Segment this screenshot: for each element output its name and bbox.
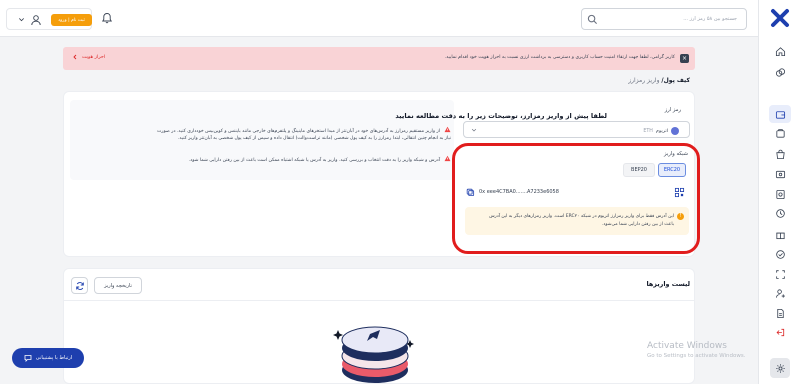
currency-name: اتریوم bbox=[655, 128, 668, 134]
chevron-down-icon bbox=[19, 18, 24, 22]
document-icon[interactable] bbox=[774, 307, 787, 320]
verification-alert: × کاربر گرامی، لطفا جهت ارتقاء امنیت حسا… bbox=[63, 47, 695, 70]
search-placeholder: جستجو بین ۵۸ رمز ارز ... bbox=[683, 16, 737, 22]
instruction-1-text: از واریز مستقیم رمزارز به آدرس‌های خود د… bbox=[156, 129, 440, 134]
user-icon bbox=[31, 15, 41, 26]
history-icon[interactable] bbox=[774, 207, 787, 220]
deposits-list-title: لیست واریزها bbox=[646, 280, 690, 288]
bag-icon[interactable] bbox=[774, 148, 787, 161]
bell-icon[interactable] bbox=[101, 12, 113, 24]
alert-message: کاربر گرامی، لطفا جهت ارتقاء امنیت حساب … bbox=[444, 55, 675, 60]
warning-icon bbox=[444, 126, 451, 133]
windows-watermark-title: Activate Windows bbox=[647, 341, 727, 351]
home-icon[interactable] bbox=[774, 45, 787, 58]
logo bbox=[771, 9, 789, 27]
breadcrumb: کیف پول/ واریز رمزارز bbox=[628, 77, 690, 84]
verify-icon[interactable] bbox=[774, 248, 787, 261]
ethereum-icon bbox=[671, 127, 679, 135]
divider bbox=[63, 300, 695, 301]
empty-state-illustration bbox=[333, 326, 414, 383]
chevron-left-icon bbox=[73, 54, 77, 60]
windows-watermark-subtitle: Go to Settings to activate Windows. bbox=[647, 353, 746, 359]
close-icon[interactable]: × bbox=[680, 54, 689, 63]
exchange-icon[interactable] bbox=[774, 66, 787, 79]
top-bar: جستجو بین ۵۸ رمز ارز ... ثبت نام | ورود bbox=[0, 0, 758, 37]
currency-label: رمز ارز bbox=[664, 107, 681, 113]
card-icon[interactable] bbox=[774, 168, 787, 181]
instruction-2-text: آدرس و شبکه واریز را به دقت انتخاب و برر… bbox=[188, 158, 440, 163]
refresh-icon bbox=[75, 281, 84, 290]
search-input[interactable]: جستجو بین ۵۸ رمز ارز ... bbox=[581, 8, 747, 30]
refresh-button[interactable] bbox=[71, 277, 88, 294]
support-button[interactable]: ارتباط با پشتیبانی bbox=[12, 348, 84, 368]
instruction-1b: نیاز به انجام چنین انتقالی، ابتدا رمزارز… bbox=[81, 135, 451, 143]
deposit-history-button[interactable]: تاریخچه واریز bbox=[94, 277, 142, 294]
sidebar bbox=[758, 0, 800, 384]
search-icon bbox=[587, 14, 598, 24]
currency-select[interactable]: اتریوم ETH bbox=[463, 121, 690, 138]
user-plus-icon[interactable] bbox=[774, 287, 787, 300]
logout-icon[interactable] bbox=[774, 326, 787, 339]
gear-icon[interactable] bbox=[770, 358, 790, 378]
wallet-icon[interactable] bbox=[769, 105, 791, 123]
convert-icon[interactable] bbox=[774, 188, 787, 201]
currency-symbol: ETH bbox=[643, 128, 653, 134]
chevron-down-icon bbox=[471, 128, 477, 132]
highlight-annotation bbox=[452, 143, 700, 254]
gift-icon[interactable] bbox=[774, 228, 787, 241]
instruction-1b-text: نیاز به انجام چنین انتقالی، ابتدا رمزارز… bbox=[177, 136, 451, 141]
support-label: ارتباط با پشتیبانی bbox=[35, 355, 73, 361]
user-menu[interactable]: ثبت نام | ورود bbox=[6, 8, 92, 30]
verify-identity-label: احراز هویت bbox=[82, 54, 106, 60]
scan-icon[interactable] bbox=[774, 268, 787, 281]
instruction-2: آدرس و شبکه واریز را به دقت انتخاب و برر… bbox=[81, 155, 451, 165]
breadcrumb-current: واریز رمزارز bbox=[628, 77, 660, 84]
trade-icon[interactable] bbox=[774, 127, 787, 140]
chat-icon bbox=[24, 355, 32, 362]
warning-icon bbox=[444, 155, 451, 162]
verify-identity-link[interactable]: احراز هویت bbox=[72, 54, 105, 60]
currency-value: اتریوم ETH bbox=[643, 127, 679, 135]
breadcrumb-root[interactable]: کیف پول/ bbox=[661, 77, 690, 84]
instructions-title: لطفا پیش از واریز رمزارز، توضیحات زیر را… bbox=[395, 112, 607, 120]
signup-button[interactable]: ثبت نام | ورود bbox=[51, 14, 92, 26]
